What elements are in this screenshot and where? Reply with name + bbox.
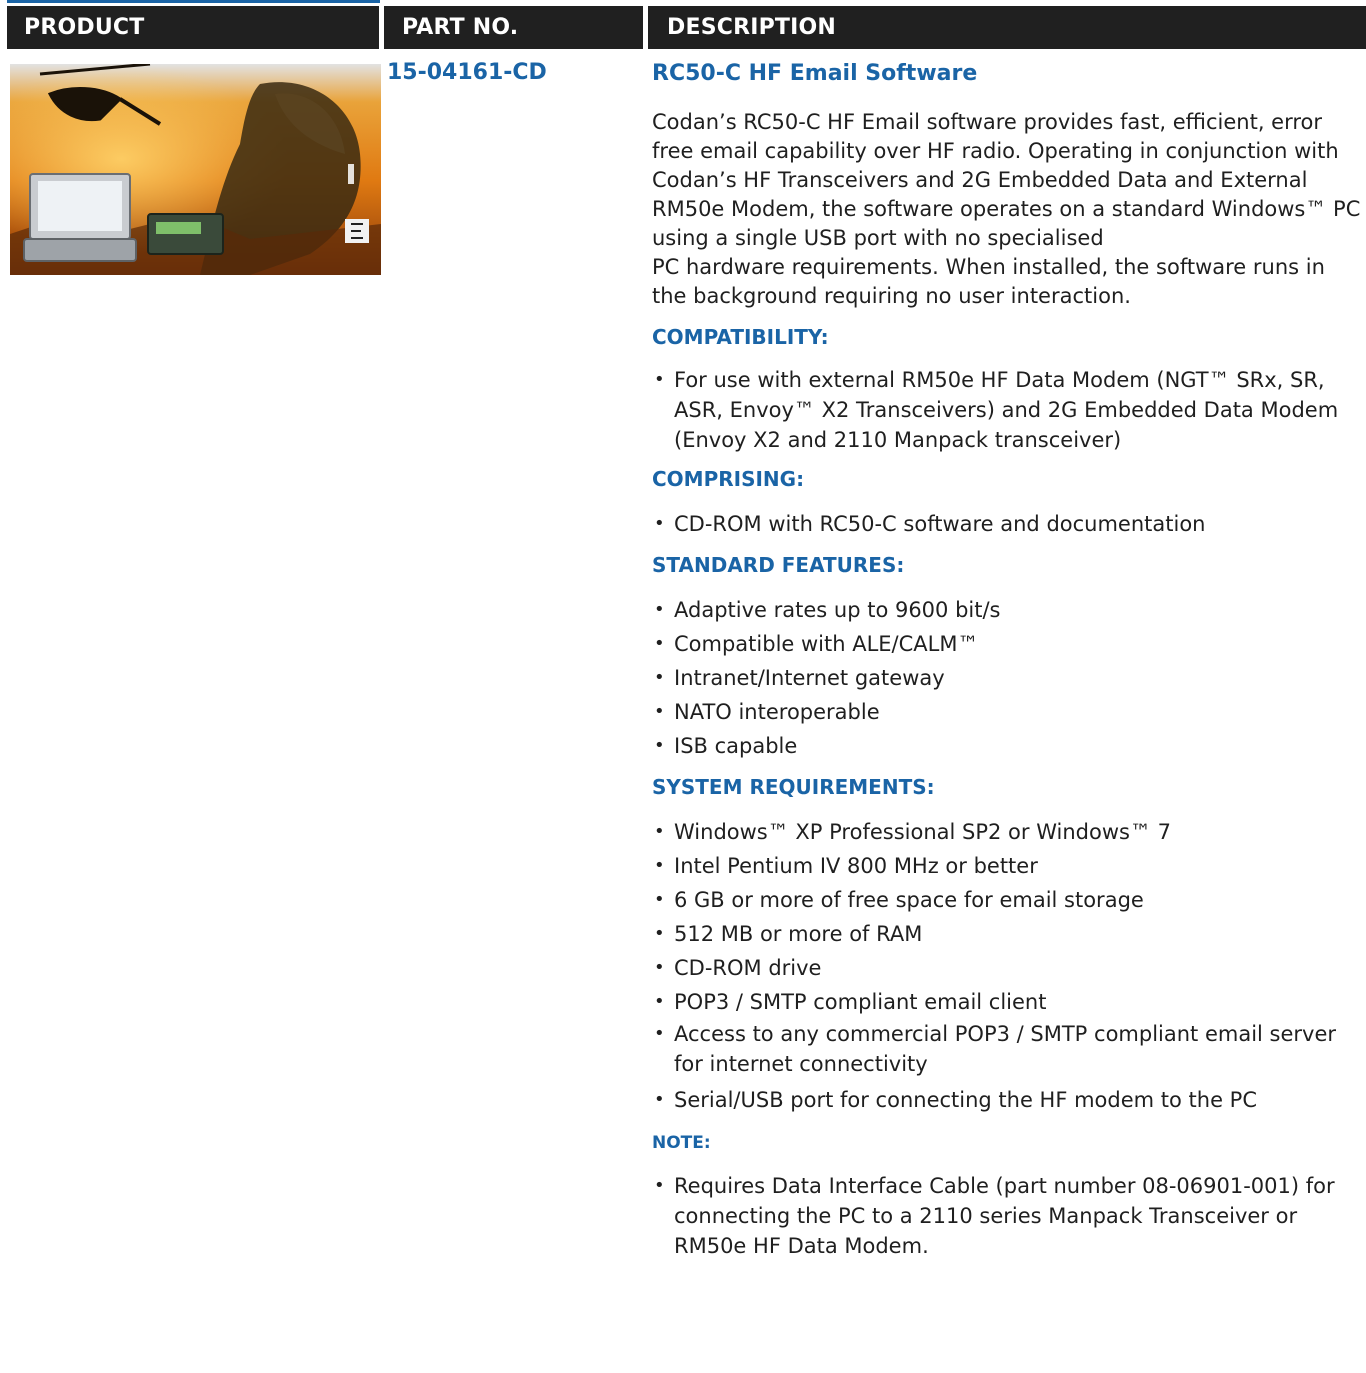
list-item: POP3 / SMTP compliant email client — [652, 985, 1362, 1019]
list-item: CD-ROM drive — [652, 951, 1362, 985]
list-item: Adaptive rates up to 9600 bit/s — [652, 593, 1362, 627]
description-paragraph: Codan’s RC50-C HF Email software provide… — [652, 108, 1362, 311]
header-divider — [379, 6, 384, 49]
list-item: Windows™ XP Professional SP2 or Windows™… — [652, 815, 1362, 849]
header-accent-line — [7, 0, 380, 3]
product-description: RC50-C HF Email Software Codan’s RC50-C … — [652, 60, 1362, 1267]
list-item-text: CD-ROM drive — [674, 956, 822, 980]
list-item: Compatible with ALE/CALM™ — [652, 627, 1362, 661]
section-heading-compatibility: COMPATIBILITY: — [652, 325, 829, 349]
list-item: Access to any commercial POP3 / SMTP com… — [652, 1019, 1362, 1079]
list-item-text: Adaptive rates up to 9600 bit/s — [674, 598, 1001, 622]
list-item: 6 GB or more of free space for email sto… — [652, 883, 1362, 917]
list-item: CD-ROM with RC50-C software and document… — [652, 507, 1362, 541]
list-item: For use with external RM50e HF Data Mode… — [652, 365, 1362, 455]
note-list: Requires Data Interface Cable (part numb… — [652, 1171, 1362, 1261]
table-header: PRODUCT PART NO. DESCRIPTION — [7, 6, 1366, 49]
list-item-text: Intranet/Internet gateway — [674, 666, 945, 690]
description-line: PC hardware requirements. When installed… — [652, 255, 1325, 308]
list-item-text: Serial/USB port for connecting the HF mo… — [674, 1088, 1258, 1112]
section-heading-standard-features: STANDARD FEATURES: — [652, 553, 905, 577]
section-heading-system-requirements: SYSTEM REQUIREMENTS: — [652, 775, 935, 799]
part-number: 15-04161-CD — [387, 60, 547, 85]
standard-features-list: Adaptive rates up to 9600 bit/s Compatib… — [652, 593, 1362, 763]
list-item-text: 512 MB or more of RAM — [674, 922, 923, 946]
list-item-text: NATO interoperable — [674, 700, 880, 724]
product-illustration — [10, 64, 381, 275]
header-description: DESCRIPTION — [667, 15, 837, 40]
list-item-text: Windows™ XP Professional SP2 or Windows™… — [674, 820, 1171, 844]
list-item: Serial/USB port for connecting the HF mo… — [652, 1083, 1362, 1117]
list-item: Requires Data Interface Cable (part numb… — [652, 1171, 1362, 1261]
list-item: Intel Pentium IV 800 MHz or better — [652, 849, 1362, 883]
list-item-text: ISB capable — [674, 734, 798, 758]
description-line: Codan’s RC50-C HF Email software provide… — [652, 110, 1361, 250]
list-item-text: CD-ROM with RC50-C software and document… — [674, 512, 1206, 536]
product-image — [10, 64, 381, 275]
section-heading-comprising: COMPRISING: — [652, 467, 805, 491]
list-item-text: POP3 / SMTP compliant email client — [674, 990, 1047, 1014]
list-item: Intranet/Internet gateway — [652, 661, 1362, 695]
list-item-text: Intel Pentium IV 800 MHz or better — [674, 854, 1038, 878]
list-item-text: 6 GB or more of free space for email sto… — [674, 888, 1144, 912]
system-requirements-list: Windows™ XP Professional SP2 or Windows™… — [652, 815, 1362, 1117]
product-title: RC50-C HF Email Software — [652, 61, 978, 86]
header-divider — [643, 6, 648, 49]
list-item-text: Compatible with ALE/CALM™ — [674, 632, 979, 656]
header-part-no: PART NO. — [402, 15, 519, 40]
list-item: NATO interoperable — [652, 695, 1362, 729]
header-product: PRODUCT — [24, 15, 145, 40]
list-item: ISB capable — [652, 729, 1362, 763]
list-item: 512 MB or more of RAM — [652, 917, 1362, 951]
list-item-text: For use with external RM50e HF Data Mode… — [674, 368, 1339, 452]
section-heading-note: NOTE: — [652, 1133, 711, 1153]
comprising-list: CD-ROM with RC50-C software and document… — [652, 507, 1362, 541]
list-item-text: Access to any commercial POP3 / SMTP com… — [674, 1022, 1337, 1076]
list-item-text: Requires Data Interface Cable (part numb… — [674, 1174, 1335, 1258]
compatibility-list: For use with external RM50e HF Data Mode… — [652, 365, 1362, 455]
